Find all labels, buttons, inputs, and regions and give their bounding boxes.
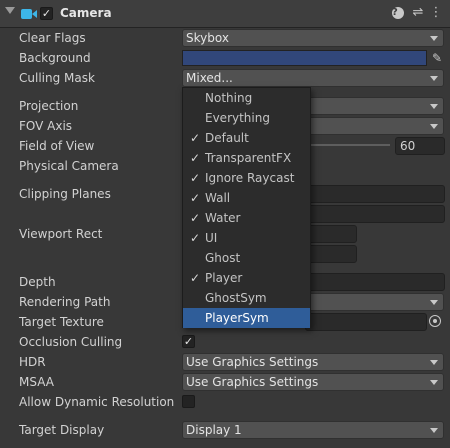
menu-item-transparentfx[interactable]: ✓ TransparentFX bbox=[183, 148, 310, 168]
culling-mask-label: Culling Mask bbox=[19, 71, 95, 85]
checkmark-icon: ✓ bbox=[189, 171, 201, 185]
component-title: Camera bbox=[60, 6, 112, 20]
menu-item-ghost[interactable]: Ghost bbox=[183, 248, 310, 268]
viewport-rect-label: Viewport Rect bbox=[19, 227, 103, 241]
target-texture-label: Target Texture bbox=[19, 315, 104, 329]
component-enabled-toggle[interactable]: ✓ bbox=[40, 7, 53, 20]
chevron-down-icon bbox=[430, 360, 438, 365]
msaa-label: MSAA bbox=[19, 375, 54, 389]
culling-mask-menu: Nothing Everything ✓ Default ✓ Transparent… bbox=[182, 87, 311, 328]
field-of-view-slider[interactable] bbox=[305, 144, 390, 146]
physical-camera-label: Physical Camera bbox=[19, 159, 119, 173]
viewport-w-field[interactable] bbox=[305, 245, 357, 263]
viewport-x-field[interactable] bbox=[305, 225, 357, 243]
chevron-down-icon bbox=[430, 36, 438, 41]
menu-item-ghostsym[interactable]: GhostSym bbox=[183, 288, 310, 308]
foldout-arrow-icon[interactable] bbox=[5, 7, 15, 14]
menu-item-everything[interactable]: Everything bbox=[183, 108, 310, 128]
background-color-field[interactable] bbox=[182, 50, 427, 66]
menu-item-nothing[interactable]: Nothing bbox=[183, 88, 310, 108]
chevron-down-icon bbox=[430, 300, 438, 305]
depth-label: Depth bbox=[19, 275, 56, 289]
menu-item-playersym[interactable]: PlayerSym bbox=[183, 308, 310, 328]
clipping-near-field[interactable] bbox=[305, 185, 445, 203]
depth-field[interactable] bbox=[305, 273, 445, 291]
object-picker-icon[interactable] bbox=[429, 315, 441, 327]
fov-axis-label: FOV Axis bbox=[19, 119, 73, 133]
checkmark-icon: ✓ bbox=[189, 191, 201, 205]
more-options-icon[interactable]: ⋮ bbox=[428, 5, 444, 21]
allow-dynamic-resolution-label: Allow Dynamic Resolution bbox=[19, 395, 175, 409]
checkmark-icon: ✓ bbox=[189, 131, 201, 145]
menu-item-default[interactable]: ✓ Default bbox=[183, 128, 310, 148]
msaa-value: Use Graphics Settings bbox=[186, 375, 319, 389]
checkmark-icon: ✓ bbox=[189, 231, 201, 245]
target-display-label: Target Display bbox=[19, 423, 105, 437]
field-of-view-label: Field of View bbox=[19, 139, 95, 153]
projection-label: Projection bbox=[19, 99, 79, 113]
checkmark-icon: ✓ bbox=[189, 211, 201, 225]
occlusion-culling-checkbox[interactable]: ✓ bbox=[182, 335, 195, 348]
menu-item-wall[interactable]: ✓ Wall bbox=[183, 188, 310, 208]
clipping-far-field[interactable] bbox=[305, 205, 445, 223]
eyedropper-icon[interactable]: ✎ bbox=[429, 50, 445, 66]
menu-item-water[interactable]: ✓ Water bbox=[183, 208, 310, 228]
hdr-value: Use Graphics Settings bbox=[186, 355, 319, 369]
culling-mask-dropdown[interactable]: Mixed... bbox=[182, 69, 444, 87]
msaa-dropdown[interactable]: Use Graphics Settings bbox=[182, 373, 444, 391]
camera-icon bbox=[21, 9, 37, 19]
hdr-dropdown[interactable]: Use Graphics Settings bbox=[182, 353, 444, 371]
menu-item-ignore-raycast[interactable]: ✓ Ignore Raycast bbox=[183, 168, 310, 188]
rendering-path-label: Rendering Path bbox=[19, 295, 111, 309]
chevron-down-icon bbox=[430, 428, 438, 433]
field-of-view-input[interactable]: 60 bbox=[395, 137, 445, 155]
menu-item-ui[interactable]: ✓ UI bbox=[183, 228, 310, 248]
background-label: Background bbox=[19, 51, 91, 65]
clipping-planes-label: Clipping Planes bbox=[19, 187, 111, 201]
culling-mask-value: Mixed... bbox=[186, 71, 233, 85]
checkmark-icon: ✓ bbox=[189, 151, 201, 165]
clear-flags-value: Skybox bbox=[186, 31, 229, 45]
checkmark-icon: ✓ bbox=[189, 271, 201, 285]
target-texture-field[interactable] bbox=[305, 313, 427, 331]
help-icon[interactable]: ? bbox=[392, 7, 404, 19]
occlusion-culling-label: Occlusion Culling bbox=[19, 335, 123, 349]
clear-flags-dropdown[interactable]: Skybox bbox=[182, 29, 444, 47]
preset-icon[interactable]: ⇌ bbox=[410, 5, 426, 21]
menu-item-player[interactable]: ✓ Player bbox=[183, 268, 310, 288]
hdr-label: HDR bbox=[19, 355, 46, 369]
chevron-down-icon bbox=[430, 124, 438, 129]
target-display-dropdown[interactable]: Display 1 bbox=[182, 421, 444, 439]
chevron-down-icon bbox=[430, 104, 438, 109]
chevron-down-icon bbox=[430, 76, 438, 81]
allow-dynamic-resolution-checkbox[interactable] bbox=[182, 395, 195, 408]
chevron-down-icon bbox=[430, 380, 438, 385]
target-display-value: Display 1 bbox=[186, 423, 242, 437]
clear-flags-label: Clear Flags bbox=[19, 31, 86, 45]
